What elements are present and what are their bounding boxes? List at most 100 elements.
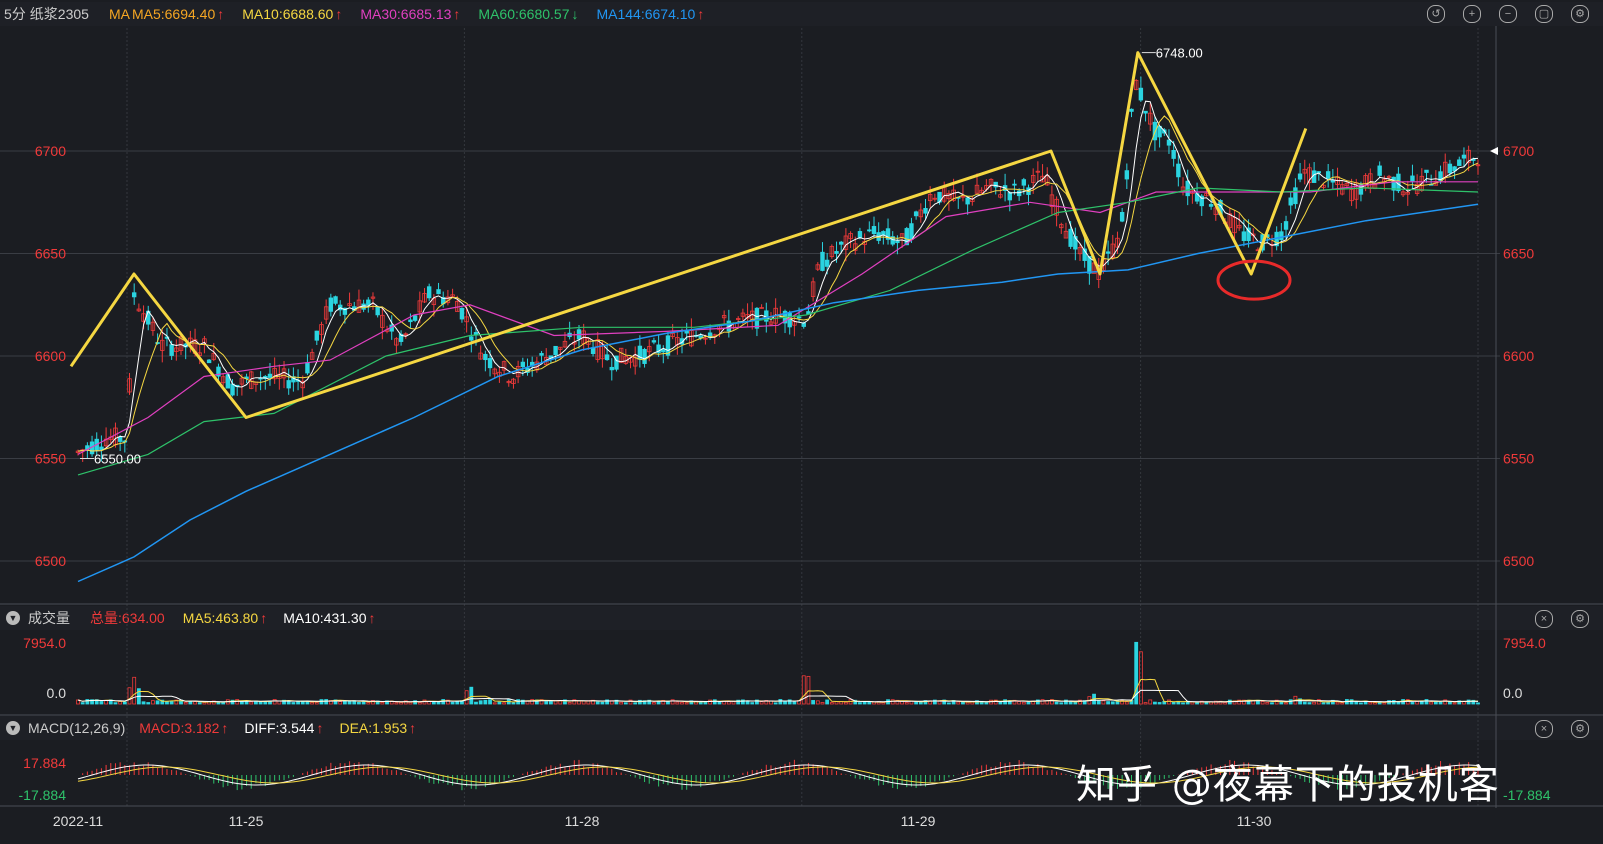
candle-body [1447,163,1453,174]
volume-bar [1204,701,1209,705]
macd-title: MACD(12,26,9) [28,720,126,736]
volume-bar [661,699,666,705]
candle-body [867,229,872,232]
candle-body [918,209,924,218]
volume-bar [1256,699,1260,705]
volume-bar [1087,696,1092,705]
candle-body [1026,187,1031,195]
collapse-icon[interactable]: ▼ [6,721,20,735]
volume-bar [371,700,375,705]
volume-bar [1401,699,1405,705]
candle-body [609,366,614,371]
candle-body [829,246,835,257]
candle-body [174,347,179,352]
candle-body [146,310,151,325]
candle-body [1274,231,1279,247]
settings-icon[interactable]: ⚙ [1571,720,1589,738]
volume-bar [1185,700,1190,705]
symbol-label[interactable]: 纸浆2305 [30,4,89,24]
volume-bar [1354,701,1359,705]
volume-bar [300,700,305,705]
candle-body [810,281,816,297]
candle-body [806,311,811,315]
candle-body [239,377,245,385]
candle-body [853,243,858,251]
zoom-in-icon[interactable]: + [1463,5,1481,23]
settings-icon[interactable]: ⚙ [1571,5,1589,23]
volume-bar [890,699,895,705]
volume-bar [778,699,783,705]
candle-body [1471,158,1476,161]
candle-body [1358,184,1364,195]
volume-bar [1096,700,1101,705]
candle-body [1077,247,1083,255]
candle-body [155,342,160,344]
candle-body [1185,180,1190,197]
candle-body [614,355,619,370]
volume-bar [1012,699,1017,705]
candle-body [1330,180,1336,183]
candle-body [483,353,488,361]
candle-body [225,374,231,389]
candle-body [497,371,502,377]
volume-bar [656,700,661,705]
candle-body [1293,187,1298,205]
volume-bar [225,699,230,705]
zigzag-trendline [69,51,1308,419]
volume-bar [268,700,272,705]
volume-bar [1335,701,1340,705]
candle-body [75,450,81,453]
volume-bar [1078,699,1082,705]
candle-body [1419,175,1425,191]
volume-bar [282,699,286,705]
candle-body [670,332,675,337]
volume-bar [609,700,614,705]
candle-body [1227,213,1233,228]
volume-bar [787,699,792,705]
candle-body [1016,190,1022,197]
settings-icon[interactable]: ⚙ [1571,610,1589,628]
volume-tick-zero: 0.0 [47,685,67,701]
candle-body [1363,175,1368,189]
volume-bar [1134,641,1139,705]
close-icon[interactable]: × [1535,610,1553,628]
volume-bar [876,701,881,705]
volume-bar [1040,699,1045,705]
volume-bar [263,701,268,705]
candle-body [974,184,980,194]
zoom-out-icon[interactable]: − [1499,5,1517,23]
candle-body [1101,259,1106,271]
close-icon[interactable]: × [1535,720,1553,738]
volume-bar [1064,699,1068,705]
candle-body [562,340,568,348]
candle-body [721,315,727,319]
candle-body [937,191,942,203]
candle-body [1063,230,1069,239]
volume-bar [740,699,745,705]
candle-body [1152,121,1158,141]
candle-body [1021,179,1027,186]
layout-icon[interactable]: ▢ [1535,5,1553,23]
volume-bar [197,702,202,705]
candle-body [581,330,586,345]
undo-icon[interactable]: ↺ [1427,5,1445,23]
volume-bar [1110,701,1115,705]
period-label[interactable]: 5分 [4,4,26,24]
candle-body [1143,110,1148,114]
volume-bar [881,702,886,705]
candle-body [417,300,423,313]
volume-bar [1466,699,1471,705]
dea-value: DEA:1.953 ↑ [339,720,417,736]
volume-bar [600,701,605,705]
volume-bar [104,700,108,705]
volume-bar [1021,701,1026,705]
candle-body [403,333,408,336]
volume-bar [1387,700,1391,705]
candle-body [759,307,764,309]
ma30-line [77,181,1478,455]
candle-body [1171,149,1176,159]
volume-bar [544,701,549,705]
volume-bar [90,699,94,705]
collapse-icon[interactable]: ▼ [6,611,20,625]
candle-body [1232,217,1237,234]
